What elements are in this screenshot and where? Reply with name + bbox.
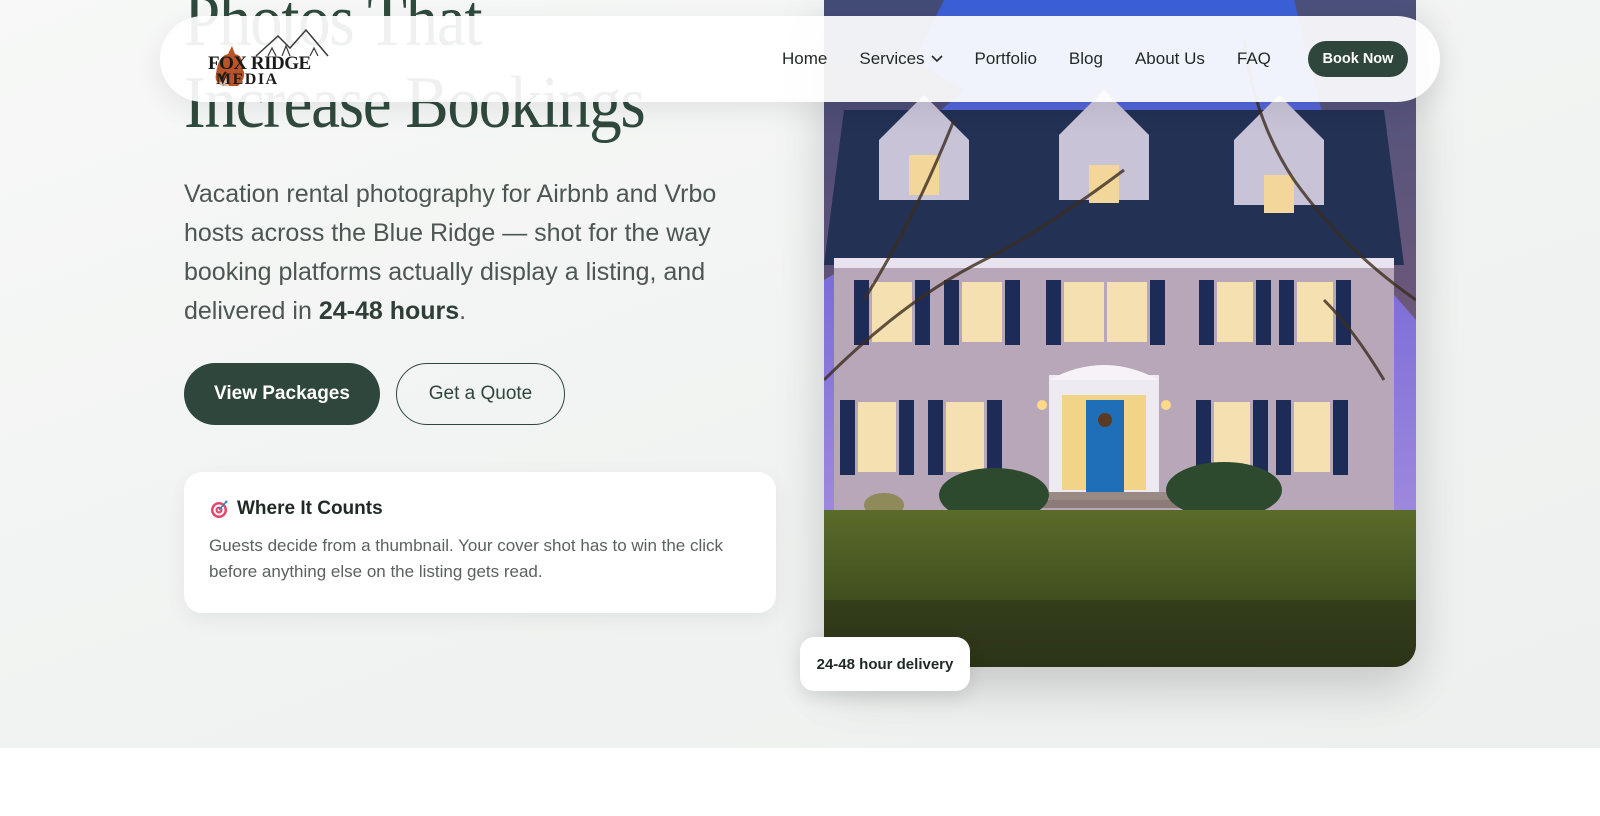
nav-item-label: Services [859,49,925,68]
nav-item-label: About Us [1134,49,1205,68]
nav-item-faq[interactable]: FAQ [1237,49,1271,69]
target-icon [211,500,228,518]
chevron-down-icon [930,55,943,63]
nav-item-services[interactable]: Services [859,49,943,69]
nav-item-about-us[interactable]: About Us [1135,49,1205,69]
delivery-badge: 24-48 hour delivery [800,637,970,691]
nav-item-label: Home [782,49,828,68]
hero-lead: Vacation rental photography for Airbnb a… [184,175,764,331]
card-text: Guests decide from a thumbnail. Your cov… [209,536,724,581]
get-quote-button[interactable]: Get a Quote [396,363,565,425]
nav-item-label: Blog [1068,49,1103,68]
card-title: Where It Counts [237,498,383,519]
top-nav: FOX RIDGE MEDIA Home Services Portfolio … [160,16,1440,102]
logo-wordmark-line-2: MEDIA [216,71,279,88]
nav-links: Home Services Portfolio Blog About Us FA… [782,16,1271,102]
nav-item-home[interactable]: Home [782,49,827,69]
view-packages-button[interactable]: View Packages [184,363,380,425]
book-now-button[interactable]: Book Now [1308,41,1408,77]
card-header: Where It Counts [209,498,752,520]
nav-item-label: Portfolio [974,49,1037,68]
nav-item-portfolio[interactable]: Portfolio [975,49,1037,69]
lead-end: . [459,297,467,325]
where-it-counts-card: Where It Counts Guests decide from a thu… [184,472,776,613]
nav-item-blog[interactable]: Blog [1069,49,1103,69]
nav-item-label: FAQ [1236,49,1271,68]
lead-highlight: 24-48 hours [318,297,460,325]
